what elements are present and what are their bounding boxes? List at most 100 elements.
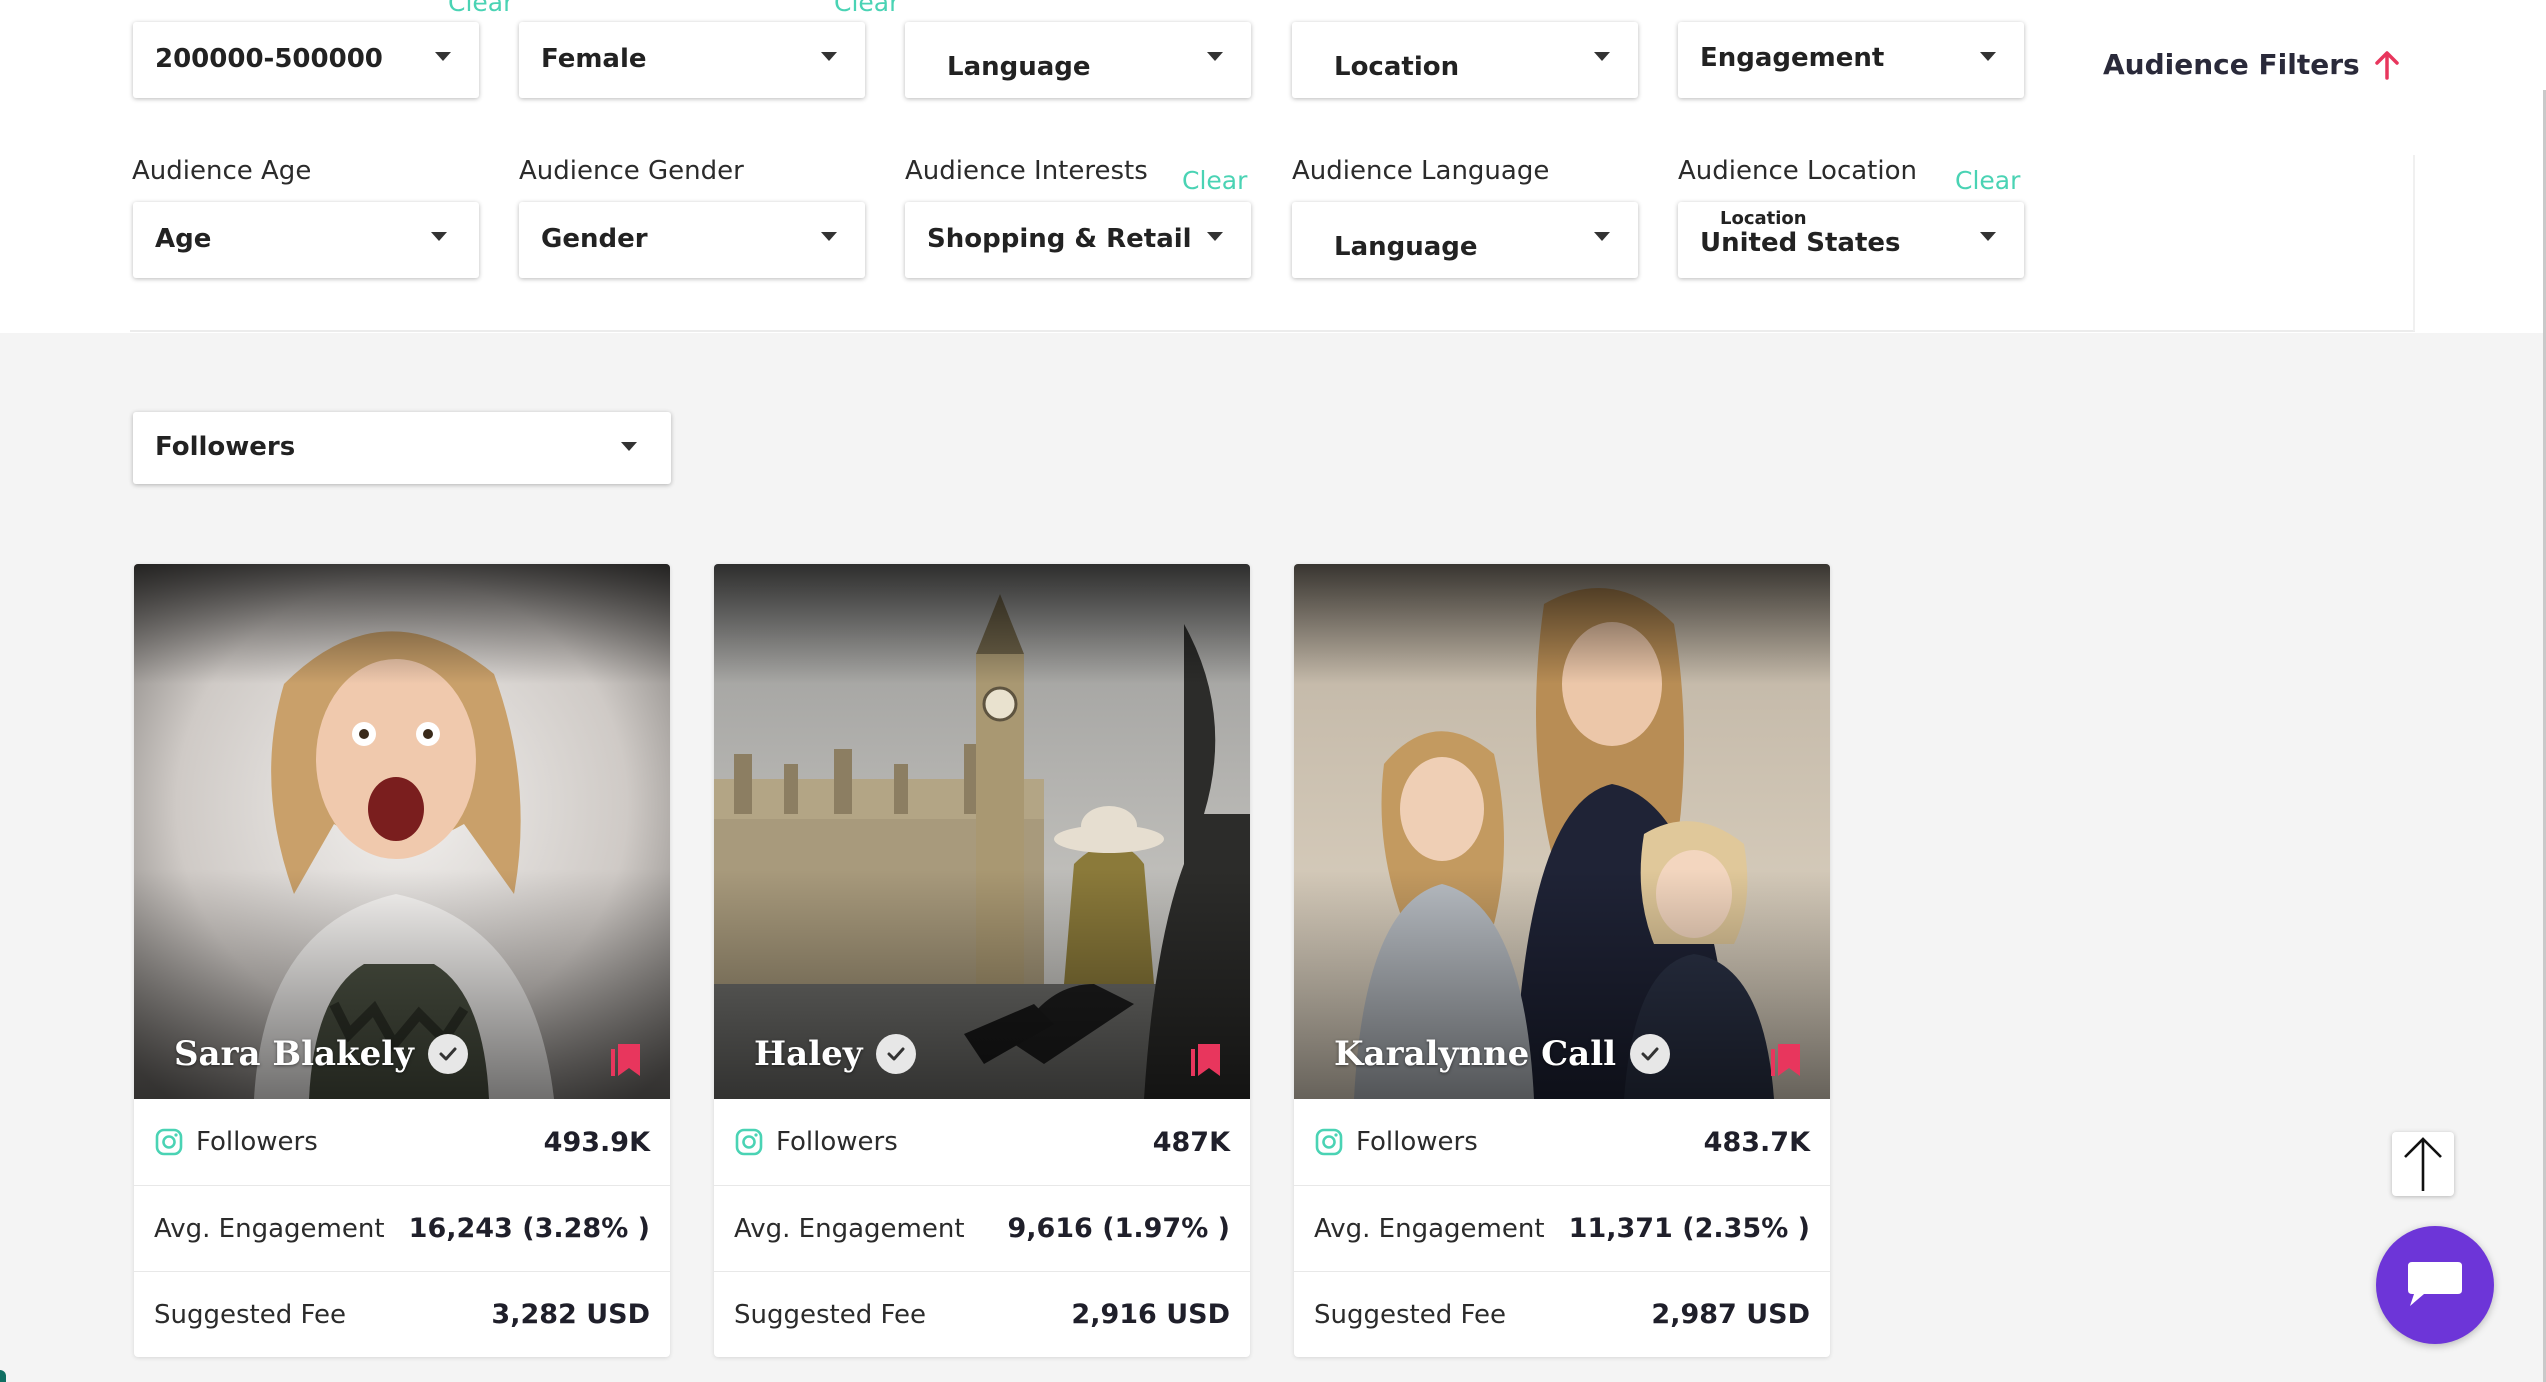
engagement-label: Avg. Engagement [154,1213,385,1244]
audience-language-select[interactable]: Language [1292,202,1638,278]
engagement-value: 16,243 (3.28% ) [408,1213,650,1244]
influencer-name[interactable]: Haley [754,1034,917,1074]
select-value: Followers [155,432,296,462]
language-select[interactable]: Language [905,22,1251,98]
chevron-down-icon [1594,232,1610,241]
influencer-name[interactable]: Karalynne Call [1334,1034,1671,1074]
select-value: Female [541,44,647,74]
followers-row: Followers 487K [714,1099,1250,1185]
chevron-down-icon [1594,52,1610,61]
scroll-top-button[interactable] [2392,1132,2454,1196]
arrow-up-icon [2374,50,2399,80]
engagement-label: Avg. Engagement [734,1213,965,1244]
instagram-icon [155,1128,183,1156]
engagement-row: Avg. Engagement 16,243 (3.28% ) [134,1185,670,1271]
divider [2413,155,2415,331]
select-value: United States [1700,228,1901,258]
engagement-value: 11,371 (2.35% ) [1568,1213,1810,1244]
influencer-card[interactable]: Karalynne Call Followers 483.7K Avg. Eng… [1294,564,1830,1357]
followers-range-select[interactable]: 200000-500000 [133,22,479,98]
influencer-name[interactable]: Sara Blakely [174,1034,468,1074]
fee-value: 3,282 USD [491,1299,650,1330]
photo-shade [714,564,1250,684]
audience-gender-label: Audience Gender [519,156,744,186]
fee-row: Suggested Fee 3,282 USD [134,1271,670,1357]
engagement-label: Avg. Engagement [1314,1213,1545,1244]
audience-language-label: Audience Language [1292,156,1550,186]
select-value: 200000-500000 [155,44,383,74]
clear-interests-link[interactable]: Clear [1182,166,1247,195]
photo-shade [1294,564,1830,684]
followers-label-group: Followers [734,1127,898,1157]
bookmark-icon[interactable] [610,1042,644,1078]
fee-value: 2,916 USD [1071,1299,1230,1330]
instagram-icon [735,1128,763,1156]
audience-filters-toggle[interactable]: Audience Filters [2103,48,2400,81]
fee-label: Suggested Fee [1314,1299,1507,1330]
chevron-down-icon [1207,232,1223,241]
engagement-row: Avg. Engagement 11,371 (2.35% ) [1294,1185,1830,1271]
audience-interests-select[interactable]: Shopping & Retail [905,202,1251,278]
sort-select[interactable]: Followers [133,412,671,484]
fee-row: Suggested Fee 2,916 USD [714,1271,1250,1357]
influencer-card[interactable]: Haley Followers 487K Avg. Engagement 9,6… [714,564,1250,1357]
bookmark-icon[interactable] [1190,1042,1224,1078]
check-circle-icon [427,1034,468,1074]
followers-row: Followers 483.7K [1294,1099,1830,1185]
gender-select[interactable]: Female [519,22,865,98]
clear-gender-link[interactable]: Clear [834,0,899,17]
followers-value: 493.9K [543,1126,650,1158]
instagram-icon [1315,1128,1343,1156]
arrow-up-icon [2404,1137,2442,1191]
select-float-label: Location [1720,208,1807,229]
influencer-card[interactable]: Sara Blakely Followers 493.9K Avg. Engag… [134,564,670,1357]
influencer-photo [134,564,670,1099]
select-value: Age [155,224,212,254]
audience-age-label: Audience Age [132,156,312,186]
followers-label-group: Followers [154,1127,318,1157]
followers-value: 487K [1152,1126,1230,1158]
chevron-down-icon [431,232,447,241]
followers-label: Followers [1356,1127,1478,1157]
name-text: Karalynne Call [1334,1034,1617,1074]
window-corner [0,1370,6,1382]
location-select[interactable]: Location [1292,22,1638,98]
audience-location-select[interactable]: Location United States [1678,202,2024,278]
chevron-down-icon [1980,52,1996,61]
chat-icon [2408,1262,2462,1306]
divider [130,330,2415,332]
fee-row: Suggested Fee 2,987 USD [1294,1271,1830,1357]
select-value: Location [1334,52,1460,82]
influencer-photo [1294,564,1830,1099]
select-value: Language [1334,232,1478,262]
check-circle-icon [876,1034,917,1074]
followers-label: Followers [776,1127,898,1157]
select-value: Shopping & Retail [927,224,1192,254]
name-text: Sara Blakely [174,1034,414,1074]
bookmark-icon[interactable] [1770,1042,1804,1078]
fee-label: Suggested Fee [734,1299,927,1330]
clear-location-link[interactable]: Clear [1955,166,2020,195]
followers-label: Followers [196,1127,318,1157]
clear-followers-link[interactable]: Clear [448,0,513,17]
followers-value: 483.7K [1703,1126,1810,1158]
photo-shade [134,564,670,684]
followers-label-group: Followers [1314,1127,1478,1157]
chevron-down-icon [621,442,637,451]
audience-age-select[interactable]: Age [133,202,479,278]
chevron-down-icon [435,52,451,61]
chevron-down-icon [1980,232,1996,241]
engagement-row: Avg. Engagement 9,616 (1.97% ) [714,1185,1250,1271]
select-value: Language [947,52,1091,82]
select-value: Engagement [1700,43,1885,73]
chat-button[interactable] [2376,1226,2494,1344]
engagement-select[interactable]: Engagement [1678,22,2024,98]
audience-interests-label: Audience Interests [905,156,1148,186]
audience-filters-label: Audience Filters [2103,48,2360,81]
check-circle-icon [1630,1034,1671,1074]
engagement-value: 9,616 (1.97% ) [1007,1213,1230,1244]
name-text: Haley [754,1034,863,1074]
fee-label: Suggested Fee [154,1299,347,1330]
audience-gender-select[interactable]: Gender [519,202,865,278]
audience-location-label: Audience Location [1678,156,1917,186]
